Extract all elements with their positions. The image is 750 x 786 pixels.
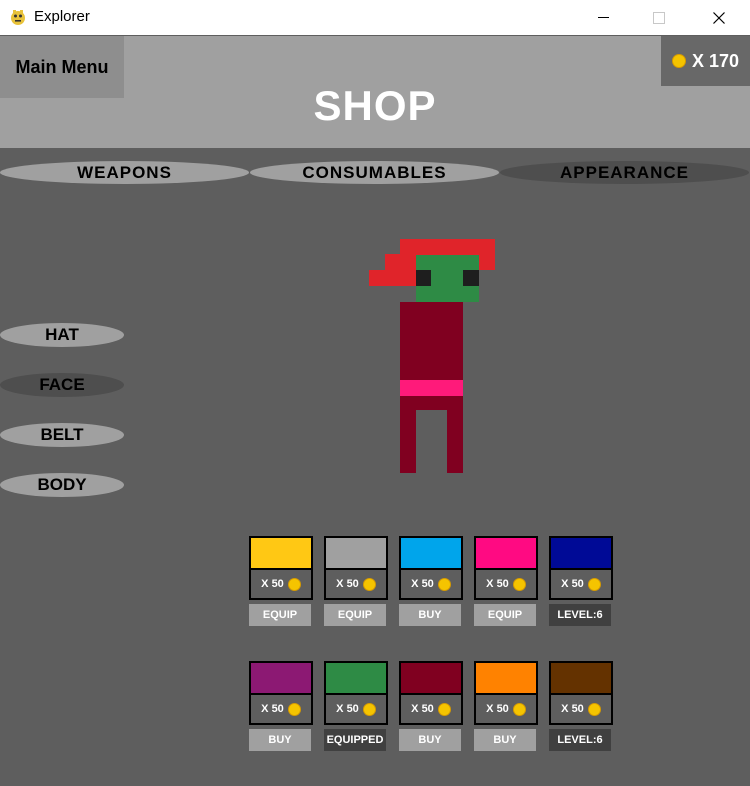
item-price: X 50 [251, 695, 311, 723]
item-swatch [326, 538, 386, 570]
item-card[interactable]: X 50 [399, 661, 463, 725]
buy-button[interactable]: BUY [249, 729, 311, 751]
equip-button[interactable]: EQUIP [474, 604, 536, 626]
item-price: X 50 [401, 695, 461, 723]
buy-button[interactable]: BUY [399, 729, 461, 751]
shop-item: X 50 EQUIP [249, 536, 313, 626]
item-swatch [401, 663, 461, 695]
coin-icon [671, 54, 686, 68]
maximize-icon [653, 11, 665, 24]
page-title: SHOP [313, 82, 437, 129]
coin-icon [287, 702, 301, 716]
minimize-icon [597, 17, 609, 18]
item-card[interactable]: X 50 [249, 536, 313, 600]
minimize-button[interactable] [580, 0, 626, 35]
coin-icon [287, 577, 301, 591]
category-belt[interactable]: BELT [0, 423, 124, 447]
equip-button[interactable]: EQUIP [249, 604, 311, 626]
coin-icon [587, 702, 601, 716]
shop-item: X 50 EQUIPPED [324, 661, 388, 751]
window-titlebar: Explorer [0, 0, 750, 35]
item-price: X 50 [401, 570, 461, 598]
item-swatch [551, 663, 611, 695]
coin-icon [362, 702, 376, 716]
coin-balance: X 170 [661, 36, 750, 86]
level-lock-label: LEVEL:6 [549, 604, 611, 626]
shop-item: X 50 EQUIP [474, 536, 538, 626]
item-swatch [251, 538, 311, 570]
item-price: X 50 [476, 570, 536, 598]
equipped-label: EQUIPPED [324, 729, 386, 751]
buy-button[interactable]: BUY [474, 729, 536, 751]
close-button[interactable] [696, 0, 742, 35]
coin-icon [512, 577, 526, 591]
category-hat[interactable]: HAT [0, 323, 124, 347]
window-title: Explorer [34, 8, 90, 25]
tab-consumables[interactable]: CONSUMABLES [250, 161, 499, 184]
item-price: X 50 [326, 695, 386, 723]
item-card[interactable]: X 50 [324, 661, 388, 725]
shop-item: X 50 BUY [474, 661, 538, 751]
item-card[interactable]: X 50 [399, 536, 463, 600]
level-lock-label: LEVEL:6 [549, 729, 611, 751]
equip-button[interactable]: EQUIP [324, 604, 386, 626]
shop-item: X 50 BUY [399, 536, 463, 626]
close-icon [713, 11, 725, 24]
shop-item: X 50 BUY [249, 661, 313, 751]
item-card[interactable]: X 50 [474, 536, 538, 600]
item-swatch [326, 663, 386, 695]
shop-item: X 50 BUY [399, 661, 463, 751]
coin-icon [587, 577, 601, 591]
item-card[interactable]: X 50 [549, 536, 613, 600]
shop-item: X 50 LEVEL:6 [549, 661, 613, 751]
item-card[interactable]: X 50 [474, 661, 538, 725]
coin-icon [512, 702, 526, 716]
tab-appearance[interactable]: APPEARANCE [500, 161, 749, 184]
coin-icon [437, 702, 451, 716]
item-swatch [551, 538, 611, 570]
item-price: X 50 [551, 695, 611, 723]
item-price: X 50 [326, 570, 386, 598]
coin-icon [362, 577, 376, 591]
coin-count: X 170 [691, 50, 740, 71]
item-card[interactable]: X 50 [549, 661, 613, 725]
item-price: X 50 [251, 570, 311, 598]
character-left-eye [416, 270, 431, 286]
character-face [416, 255, 479, 302]
category-body[interactable]: BODY [0, 473, 124, 497]
item-card[interactable]: X 50 [324, 536, 388, 600]
coin-icon [437, 577, 451, 591]
character-left-leg [400, 410, 416, 473]
character-right-eye [463, 270, 479, 286]
maximize-button[interactable] [636, 0, 682, 35]
item-price: X 50 [551, 570, 611, 598]
item-price: X 50 [476, 695, 536, 723]
item-swatch [251, 663, 311, 695]
pygame-snake-icon [11, 10, 25, 25]
item-swatch [476, 663, 536, 695]
character-hip [400, 396, 463, 410]
shop-item: X 50 LEVEL:6 [549, 536, 613, 626]
shop-item: X 50 EQUIP [324, 536, 388, 626]
character-body [400, 302, 463, 380]
item-swatch [401, 538, 461, 570]
buy-button[interactable]: BUY [399, 604, 461, 626]
character-belt [400, 380, 463, 396]
item-card[interactable]: X 50 [249, 661, 313, 725]
tab-weapons[interactable]: WEAPONS [0, 161, 249, 184]
character-right-leg [447, 410, 463, 473]
category-face[interactable]: FACE [0, 373, 124, 397]
item-swatch [476, 538, 536, 570]
character-hat [369, 239, 495, 286]
